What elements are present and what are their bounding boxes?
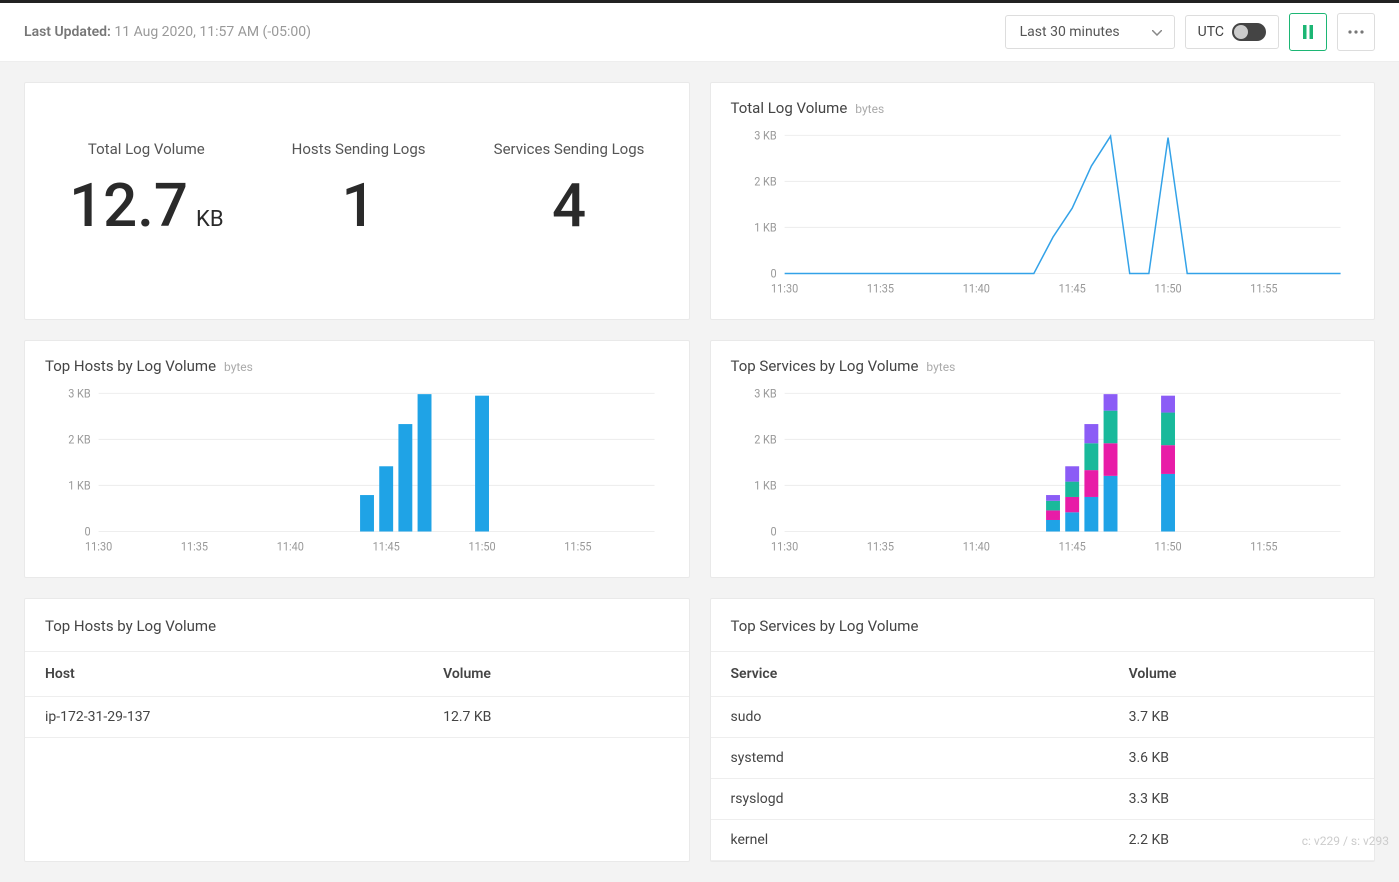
pause-icon xyxy=(1302,25,1314,39)
cell-service: systemd xyxy=(711,738,1109,778)
col-host: Host xyxy=(25,652,423,696)
kpi-label: Total Log Volume xyxy=(69,140,223,158)
svg-text:11:30: 11:30 xyxy=(85,540,112,553)
top-services-table-card: Top Services by Log Volume Service Volum… xyxy=(710,598,1376,862)
time-range-dropdown[interactable]: Last 30 minutes xyxy=(1005,15,1175,49)
table-row[interactable]: rsyslogd3.3 KB xyxy=(711,779,1375,820)
table-row[interactable]: kernel2.2 KB xyxy=(711,820,1375,861)
timezone-toggle[interactable]: UTC xyxy=(1185,15,1279,49)
toggle-switch[interactable] xyxy=(1232,23,1266,41)
svg-text:11:30: 11:30 xyxy=(771,282,798,295)
more-icon xyxy=(1348,30,1364,34)
svg-text:11:50: 11:50 xyxy=(1154,540,1181,553)
svg-text:11:55: 11:55 xyxy=(1250,282,1277,295)
svg-text:11:50: 11:50 xyxy=(1154,282,1181,295)
svg-text:1 KB: 1 KB xyxy=(754,479,776,492)
svg-text:11:35: 11:35 xyxy=(866,282,893,295)
svg-text:11:55: 11:55 xyxy=(564,540,591,553)
svg-text:2 KB: 2 KB xyxy=(754,433,776,446)
svg-text:3 KB: 3 KB xyxy=(68,387,90,400)
svg-text:0: 0 xyxy=(770,267,776,280)
cell-service: rsyslogd xyxy=(711,779,1109,819)
top-hosts-table-card: Top Hosts by Log Volume Host Volume ip-1… xyxy=(24,598,690,862)
version-footer: c: v229 / s: v293 xyxy=(1302,834,1389,848)
top-services-chart[interactable]: 0 1 KB 2 KB 3 KB 11:30 11:35 11:40 11:45 11:50 11… xyxy=(735,387,1351,557)
pause-button[interactable] xyxy=(1289,13,1327,51)
table-title: Top Services by Log Volume xyxy=(711,599,1375,652)
cell-service: kernel xyxy=(711,820,1109,860)
cell-volume: 3.3 KB xyxy=(1109,779,1374,819)
kpi-unit: KB xyxy=(196,207,224,232)
svg-text:11:50: 11:50 xyxy=(468,540,495,553)
total-log-volume-chart[interactable]: 0 1 KB 2 KB 3 KB 11:30 11:35 11:40 11:45 11:50 11… xyxy=(735,129,1351,299)
kpi-label: Services Sending Logs xyxy=(494,140,645,158)
svg-text:11:40: 11:40 xyxy=(277,540,304,553)
svg-text:0: 0 xyxy=(85,525,91,538)
svg-text:11:45: 11:45 xyxy=(373,540,400,553)
svg-text:11:55: 11:55 xyxy=(1250,540,1277,553)
card-title: Top Hosts by Log Volume xyxy=(45,357,216,375)
svg-text:11:40: 11:40 xyxy=(962,282,989,295)
card-subtitle: bytes xyxy=(926,360,955,374)
cell-service: sudo xyxy=(711,697,1109,737)
svg-text:2 KB: 2 KB xyxy=(68,433,90,446)
table-row[interactable]: ip-172-31-29-13712.7 KB xyxy=(25,697,689,738)
col-service: Service xyxy=(711,652,1109,696)
col-volume: Volume xyxy=(1109,652,1374,696)
cell-volume: 3.7 KB xyxy=(1109,697,1374,737)
svg-text:11:45: 11:45 xyxy=(1058,540,1085,553)
timezone-label: UTC xyxy=(1198,24,1224,40)
chevron-down-icon xyxy=(1152,24,1162,40)
kpi-label: Hosts Sending Logs xyxy=(292,140,426,158)
card-subtitle: bytes xyxy=(224,360,253,374)
kpi-services-sending: Services Sending Logs 4 xyxy=(494,140,645,236)
more-button[interactable] xyxy=(1337,13,1375,51)
kpi-hosts-sending: Hosts Sending Logs 1 xyxy=(292,140,426,236)
svg-text:0: 0 xyxy=(770,525,776,538)
svg-text:11:30: 11:30 xyxy=(771,540,798,553)
svg-text:11:35: 11:35 xyxy=(181,540,208,553)
svg-text:11:45: 11:45 xyxy=(1058,282,1085,295)
cell-host: ip-172-31-29-137 xyxy=(25,697,423,737)
svg-text:1 KB: 1 KB xyxy=(68,479,90,492)
time-range-label: Last 30 minutes xyxy=(1020,24,1120,40)
last-updated: Last Updated: 11 Aug 2020, 11:57 AM (-05… xyxy=(24,24,311,40)
kpi-value: 12.7 xyxy=(69,170,188,241)
top-hosts-chart-card: Top Hosts by Log Volume bytes 0 1 KB 2 KB 3… xyxy=(24,340,690,578)
top-hosts-chart[interactable]: 0 1 KB 2 KB 3 KB 11:30 11:35 11:40 11:45 11:50 11… xyxy=(49,387,665,557)
last-updated-label: Last Updated: xyxy=(24,24,111,40)
kpi-value: 4 xyxy=(552,170,586,241)
svg-text:11:40: 11:40 xyxy=(962,540,989,553)
svg-text:3 KB: 3 KB xyxy=(754,387,776,400)
cell-volume: 3.6 KB xyxy=(1109,738,1374,778)
table-header: Service Volume xyxy=(711,652,1375,697)
card-title: Top Services by Log Volume xyxy=(731,357,919,375)
table-row[interactable]: sudo3.7 KB xyxy=(711,697,1375,738)
table-title: Top Hosts by Log Volume xyxy=(25,599,689,652)
top-services-chart-card: Top Services by Log Volume bytes 0 1 KB 2 … xyxy=(710,340,1376,578)
topbar: Last Updated: 11 Aug 2020, 11:57 AM (-05… xyxy=(0,0,1399,62)
last-updated-value: 11 Aug 2020, 11:57 AM (-05:00) xyxy=(114,24,311,40)
card-subtitle: bytes xyxy=(855,102,884,116)
svg-text:2 KB: 2 KB xyxy=(754,175,776,188)
table-header: Host Volume xyxy=(25,652,689,697)
card-title: Total Log Volume xyxy=(731,99,848,117)
total-log-volume-chart-card: Total Log Volume bytes 0 1 KB 2 KB 3 KB 11:3… xyxy=(710,82,1376,320)
col-volume: Volume xyxy=(423,652,688,696)
svg-text:11:35: 11:35 xyxy=(866,540,893,553)
table-row[interactable]: systemd3.6 KB xyxy=(711,738,1375,779)
kpi-card: Total Log Volume 12.7 KB Hosts Sending L… xyxy=(24,82,690,320)
dashboard-grid: Total Log Volume 12.7 KB Hosts Sending L… xyxy=(0,62,1399,882)
svg-text:3 KB: 3 KB xyxy=(754,129,776,142)
kpi-value: 1 xyxy=(342,170,376,241)
kpi-total-log-volume: Total Log Volume 12.7 KB xyxy=(69,140,223,236)
svg-text:1 KB: 1 KB xyxy=(754,221,776,234)
cell-volume: 12.7 KB xyxy=(423,697,688,737)
